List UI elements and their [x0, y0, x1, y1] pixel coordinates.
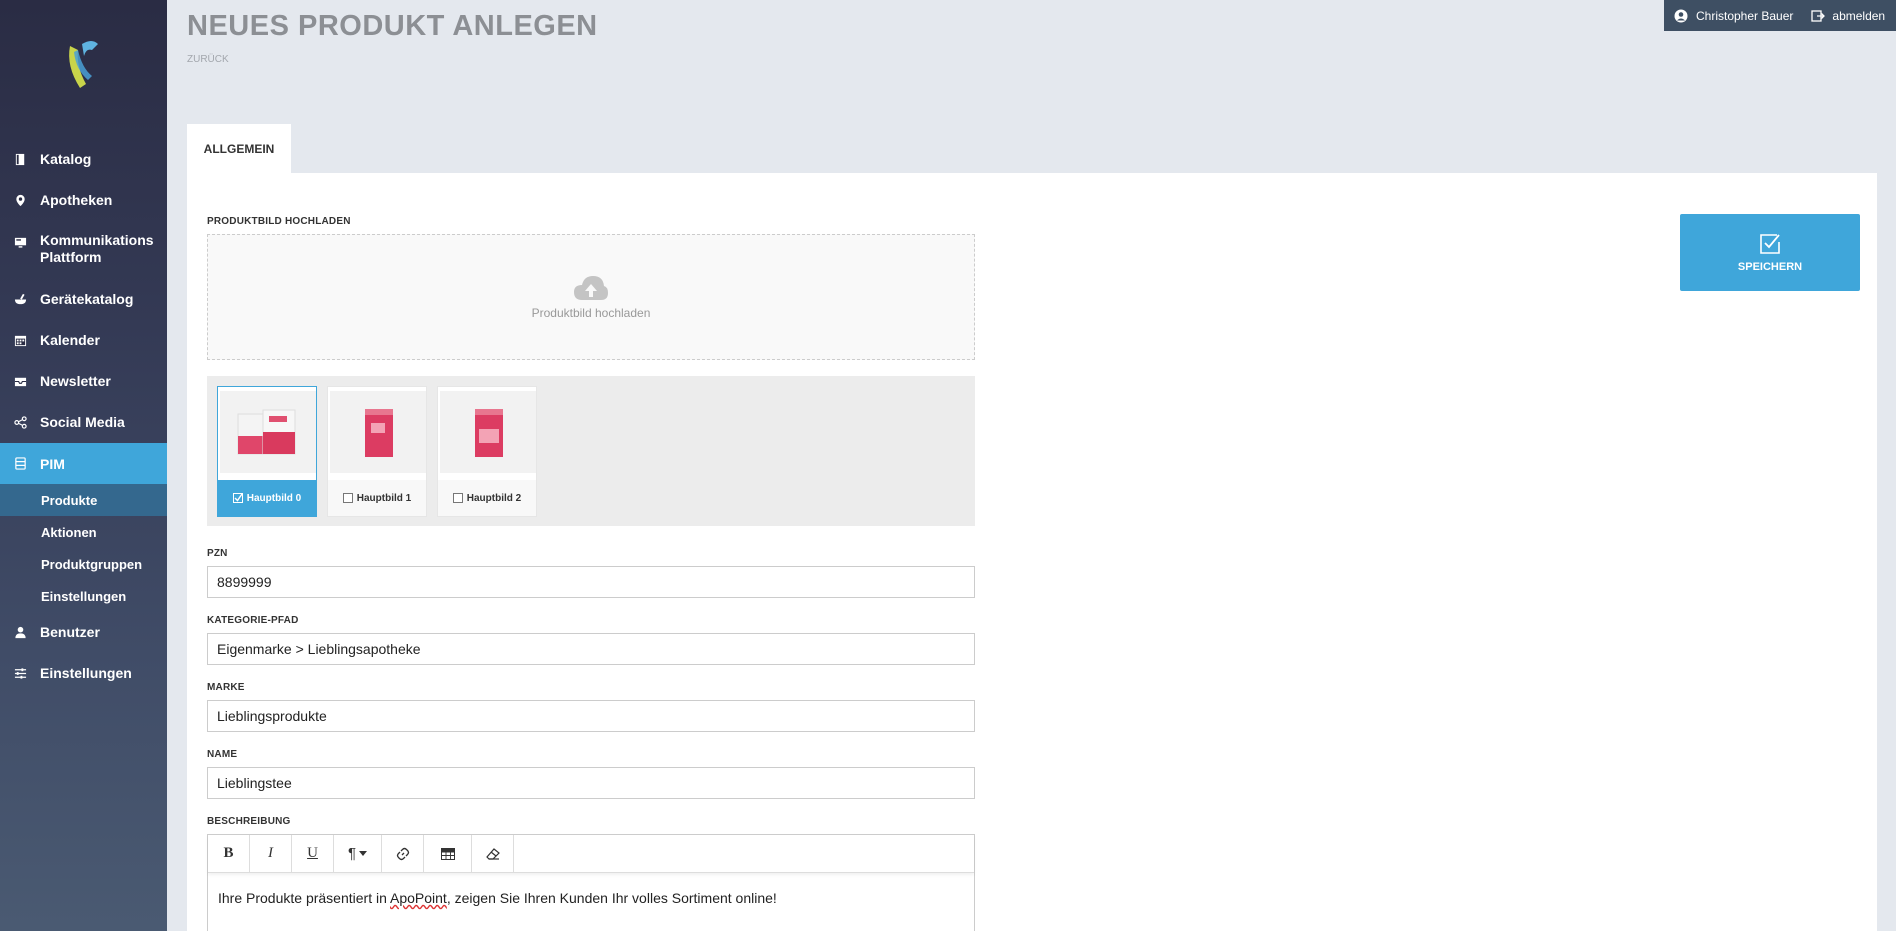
sidebar-item-pim[interactable]: PIM: [0, 443, 167, 484]
app-logo[interactable]: [62, 36, 106, 92]
sidebar-item-newsletter[interactable]: Newsletter: [0, 370, 167, 392]
sidebar-item-benutzer[interactable]: Benutzer: [0, 621, 167, 643]
editor-text-part: , zeigen Sie Ihren Kunden Ihr volles Sor…: [446, 890, 777, 906]
editor-text-part: Ihre Produkte präsentiert in: [218, 890, 390, 906]
sidebar-item-katalog[interactable]: Katalog: [0, 148, 167, 170]
kategorie-input[interactable]: Eigenmarke > Lieblingsapotheke: [207, 633, 975, 665]
editor-toolbar: B I U ¶: [208, 835, 974, 873]
calendar-icon: [13, 333, 27, 347]
upload-text: Produktbild hochladen: [531, 306, 651, 320]
sidebar-item-kalender[interactable]: Kalender: [0, 329, 167, 351]
image-thumb-2[interactable]: Hauptbild 2: [437, 386, 537, 517]
mortar-icon: [13, 292, 27, 306]
editor-text-brand: ApoPoint: [390, 890, 447, 906]
logout-link[interactable]: abmelden: [1811, 9, 1885, 23]
sidebar-item-label: Gerätekatalog: [40, 291, 134, 307]
clear-format-button[interactable]: [472, 835, 514, 872]
name-label: NAME: [207, 749, 238, 760]
user-name: Christopher Bauer: [1696, 8, 1794, 23]
underline-button[interactable]: U: [292, 835, 334, 872]
rich-text-editor: B I U ¶ Ihre Produkte präsentiert in Apo…: [207, 834, 975, 931]
cloud-upload-icon: [574, 276, 608, 300]
back-link[interactable]: ZURÜCK: [187, 54, 229, 65]
table-icon: [440, 847, 455, 860]
checkbox-icon: [452, 493, 463, 503]
sidebar-item-label: Benutzer: [40, 624, 100, 640]
image-gallery: Hauptbild 0 Hauptbild 1 Hauptbild 2: [207, 376, 975, 526]
sidebar-sub-aktionen[interactable]: Aktionen: [0, 521, 167, 543]
product-image: [440, 391, 536, 473]
paragraph-icon: ¶: [347, 845, 357, 862]
logout-icon: [1811, 9, 1826, 22]
user-bar: Christopher Bauer abmelden: [1664, 0, 1896, 31]
sidebar-item-label: Social Media: [40, 414, 125, 430]
sidebar-item-label: Kommunikations Plattform: [40, 232, 154, 265]
image-caption: Hauptbild 2: [466, 492, 522, 504]
share-icon: [13, 415, 27, 429]
sidebar-item-label: Katalog: [40, 151, 92, 167]
kategorie-label: KATEGORIE-PFAD: [207, 615, 299, 626]
caret-down-icon: [359, 850, 368, 856]
eraser-icon: [485, 847, 500, 860]
page-title: NEUES PRODUKT ANLEGEN: [187, 10, 598, 42]
user-icon: [13, 625, 27, 639]
image-thumb-0[interactable]: Hauptbild 0: [217, 386, 317, 517]
check-square-icon: [1760, 233, 1780, 254]
save-button[interactable]: SPEICHERN: [1680, 214, 1860, 291]
marke-input[interactable]: Lieblingsprodukte: [207, 700, 975, 732]
name-input[interactable]: Lieblingstee: [207, 767, 975, 799]
sidebar-item-kommunikation[interactable]: Kommunikations Plattform: [0, 232, 167, 268]
newsletter-icon: [13, 374, 27, 388]
sidebar-item-label: PIM: [40, 455, 65, 472]
table-button[interactable]: [424, 835, 472, 872]
paragraph-dropdown[interactable]: ¶: [334, 835, 382, 872]
sidebar-item-label: Kalender: [40, 332, 100, 348]
upload-label: PRODUKTBILD HOCHLADEN: [207, 216, 351, 227]
sidebar: Katalog Apotheken Kommunikations Plattfo…: [0, 0, 167, 931]
bold-button[interactable]: B: [208, 835, 250, 872]
database-icon: [13, 457, 27, 471]
editor-content[interactable]: Ihre Produkte präsentiert in ApoPoint, z…: [208, 873, 974, 923]
image-caption: Hauptbild 1: [356, 492, 412, 504]
sidebar-sub-einstellungen[interactable]: Einstellungen: [0, 585, 167, 607]
sidebar-item-label: Einstellungen: [40, 665, 132, 681]
sidebar-item-label: Apotheken: [40, 192, 113, 208]
main-image-checkbox[interactable]: Hauptbild 1: [328, 480, 426, 516]
checkbox-icon: [342, 493, 353, 503]
main-image-checkbox[interactable]: Hauptbild 0: [218, 480, 316, 516]
beschreibung-label: BESCHREIBUNG: [207, 816, 291, 827]
image-upload-dropzone[interactable]: Produktbild hochladen: [207, 234, 975, 360]
user-menu[interactable]: Christopher Bauer: [1674, 9, 1793, 23]
sliders-icon: [13, 666, 27, 680]
image-caption: Hauptbild 0: [246, 492, 302, 504]
marke-label: MARKE: [207, 682, 245, 693]
sidebar-item-einstellungen[interactable]: Einstellungen: [0, 662, 167, 684]
sidebar-item-label: Newsletter: [40, 373, 111, 389]
tab-allgemein[interactable]: ALLGEMEIN: [187, 124, 291, 174]
sidebar-item-social-media[interactable]: Social Media: [0, 411, 167, 433]
sidebar-sub-produktgruppen[interactable]: Produktgruppen: [0, 553, 167, 575]
image-thumb-1[interactable]: Hauptbild 1: [327, 386, 427, 517]
logout-label: abmelden: [1832, 8, 1886, 23]
product-image: [220, 391, 316, 473]
product-image: [330, 391, 426, 473]
checkbox-checked-icon: [232, 493, 243, 503]
sidebar-sub-produkte[interactable]: Produkte: [0, 484, 167, 516]
sidebar-item-geraetekatalog[interactable]: Gerätekatalog: [0, 288, 167, 310]
save-label: SPEICHERN: [1737, 260, 1803, 273]
italic-button[interactable]: I: [250, 835, 292, 872]
book-icon: [13, 152, 27, 166]
pzn-label: PZN: [207, 548, 228, 559]
pzn-input[interactable]: 8899999: [207, 566, 975, 598]
sidebar-item-apotheken[interactable]: Apotheken: [0, 189, 167, 211]
link-icon: [396, 847, 409, 860]
link-button[interactable]: [382, 835, 424, 872]
main-image-checkbox[interactable]: Hauptbild 2: [438, 480, 536, 516]
monitor-icon: [13, 235, 27, 249]
map-pin-icon: [13, 193, 27, 207]
user-circle-icon: [1674, 9, 1688, 22]
